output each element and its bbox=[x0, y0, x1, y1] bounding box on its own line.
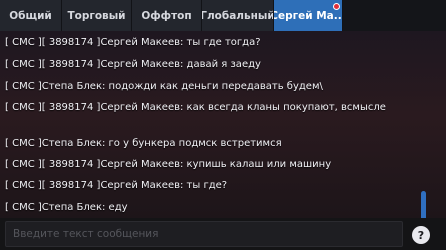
tab-global[interactable]: Глобальный bbox=[202, 0, 274, 31]
tab-trade[interactable]: Торговый bbox=[62, 0, 132, 31]
chat-message: [ СМС ]Степа Блек: го у бункера подмск в… bbox=[5, 138, 282, 149]
chat-scrollbar[interactable] bbox=[421, 191, 426, 218]
chat-message: [ СМС ][ 3898174 ]Сергей Макеев: ты где … bbox=[5, 37, 261, 48]
tab-private-chat-label: Сергей Ма... bbox=[274, 9, 343, 22]
notification-badge bbox=[333, 3, 340, 10]
message-input[interactable] bbox=[5, 221, 403, 247]
tab-bar-filler bbox=[343, 0, 446, 31]
chat-message: [ СМС ][ 3898174 ]Сергей Макеев: ты где? bbox=[5, 180, 228, 191]
chat-message: [ СМС ][ 3898174 ]Сергей Макеев: давай я… bbox=[5, 59, 261, 70]
chat-message: [ СМС ][ 3898174 ]Сергей Макеев: как все… bbox=[5, 102, 386, 113]
chat-input-bar: ? bbox=[0, 218, 446, 250]
tab-private-chat[interactable]: Сергей Ма... bbox=[274, 0, 343, 31]
question-icon: ? bbox=[417, 228, 425, 242]
chat-message: [ СМС ]Степа Блек: подожди как деньги пе… bbox=[5, 81, 323, 92]
tab-offtopic[interactable]: Оффтоп bbox=[132, 0, 202, 31]
chat-log[interactable]: [ СМС ][ 3898174 ]Сергей Макеев: ты где … bbox=[0, 31, 446, 218]
tab-general[interactable]: Общий bbox=[0, 0, 62, 31]
chat-message: [ СМС ][ 3898174 ]Сергей Макеев: купишь … bbox=[5, 159, 332, 170]
help-button[interactable]: ? bbox=[412, 226, 430, 244]
chat-message: [ СМС ]Степа Блек: еду bbox=[5, 202, 128, 213]
chat-tabs: Общий Торговый Оффтоп Глобальный Сергей … bbox=[0, 0, 446, 31]
